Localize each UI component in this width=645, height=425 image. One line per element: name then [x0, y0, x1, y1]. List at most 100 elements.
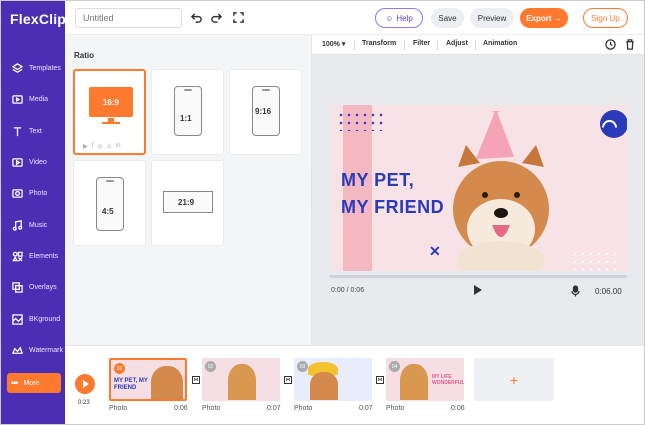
sidebar-item-overlays[interactable]: Overlays [1, 272, 65, 303]
video-canvas[interactable]: MY PET, MY FRIEND ✕ [331, 105, 627, 271]
clip-thumbnail-dog [228, 364, 256, 400]
tool-animation[interactable]: Animation [483, 40, 517, 47]
transition-icon[interactable]: ⋈ [192, 376, 200, 384]
background-icon [11, 313, 23, 325]
tool-filter[interactable]: Filter [413, 40, 430, 47]
monitor-base [102, 122, 120, 124]
zoom-select[interactable]: 100% ▾ [322, 40, 345, 48]
sidebar-item-elements[interactable]: Elements [1, 241, 65, 272]
clip-number: 04 [389, 361, 400, 372]
sidebar-item-label: Text [29, 127, 42, 135]
editor-area: 100% ▾ Transform Filter Adjust Animation [312, 35, 644, 345]
ratio-label: 9:16 [255, 107, 272, 116]
toolbar-divider [475, 40, 476, 50]
watermark-icon [11, 344, 23, 356]
media-icon [11, 94, 23, 106]
help-icon: ☺ [385, 13, 394, 23]
sidebar-item-more[interactable]: ••• More [7, 373, 61, 393]
dots-decoration [337, 111, 387, 131]
logo-text: FlexClip [10, 11, 67, 27]
ratio-option-21-9[interactable]: 21:9 [151, 160, 224, 246]
toolbar-divider [404, 40, 405, 50]
youtube-icon: ▶ [83, 144, 88, 150]
music-icon [11, 219, 23, 231]
total-duration: 0:06.00 [595, 287, 622, 296]
tool-transform[interactable]: Transform [362, 40, 396, 47]
add-clip-button[interactable]: + [474, 358, 554, 401]
transition-icon[interactable]: ⋈ [284, 376, 292, 384]
save-button[interactable]: Save [431, 8, 464, 28]
trash-icon[interactable] [625, 39, 635, 52]
panel-title: Ratio [74, 51, 94, 60]
plus-icon: + [509, 371, 519, 388]
dots-icon: ••• [11, 378, 19, 388]
playback-progress-bar[interactable] [329, 275, 627, 278]
instagram-icon: ◎ [97, 144, 103, 150]
flexclip-editor: FlexClip Templates Media Text Video Phot… [0, 0, 645, 425]
x-decoration: ✕ [429, 243, 441, 259]
ratio-option-9-16[interactable]: 9:16 [229, 69, 302, 155]
clip-duration: 0:06 [174, 405, 188, 412]
clock-icon[interactable] [605, 39, 616, 52]
clip-duration: 0:07 [267, 405, 281, 412]
fullscreen-icon[interactable] [232, 11, 244, 23]
sidebar-item-watermark[interactable]: Watermark [1, 335, 65, 366]
social-icons: ▶ f ◎ ♙ in [83, 143, 121, 150]
ratio-option-16-9[interactable]: 16:9 ▶ f ◎ ♙ in [73, 69, 146, 155]
current-time: 0:00 / 0:06 [331, 287, 365, 294]
clip-number: 01 [114, 363, 125, 374]
flexclip-logo[interactable]: FlexClip [1, 1, 67, 37]
sidebar-item-label: Media [29, 96, 49, 104]
export-button[interactable]: Export → [520, 8, 568, 28]
timeline-clip-3[interactable]: 03 [294, 358, 372, 401]
overlays-icon [11, 282, 23, 294]
timeline-clip-1[interactable]: 01 MY PET, MY FRIEND [109, 358, 187, 401]
transition-icon[interactable]: ⋈ [376, 376, 384, 384]
dots-decoration [571, 250, 621, 270]
facebook-icon: f [91, 143, 94, 149]
sidebar-item-label: Photo [29, 190, 48, 198]
sidebar-item-label: Templates [29, 65, 61, 73]
sidebar-item-templates[interactable]: Templates [1, 53, 65, 84]
ratio-label: 4:5 [102, 207, 114, 216]
dog-photo[interactable] [446, 111, 556, 271]
play-icon[interactable] [474, 285, 482, 295]
undo-icon[interactable] [190, 11, 202, 23]
timeline-total-time: 0:23 [78, 400, 90, 406]
project-title-input[interactable] [75, 8, 182, 28]
clip-type-label: Photo [109, 405, 128, 412]
preview-button[interactable]: Preview [470, 8, 514, 28]
sidebar-item-text[interactable]: Text [1, 116, 65, 147]
sidebar-item-photo[interactable]: Photo [1, 178, 65, 209]
sidebar-item-video[interactable]: Video [1, 147, 65, 178]
clip-number: 03 [297, 361, 308, 372]
zoom-value: 100% [322, 41, 340, 48]
elements-icon [11, 250, 23, 262]
canvas-title-text[interactable]: MY PET, MY FRIEND [341, 167, 444, 221]
sidebar-item-bkground[interactable]: BKground [1, 303, 65, 334]
canvas-title-line-2: MY FRIEND [341, 197, 445, 217]
clip-duration: 0:07 [359, 405, 373, 412]
timeline: 0:23 01 MY PET, MY FRIEND Photo 0:06 ⋈ 0… [65, 345, 644, 424]
chevron-down-icon: ▾ [339, 41, 346, 48]
canvas-title-line-1: MY PET, [341, 170, 415, 190]
microphone-icon[interactable] [571, 284, 580, 302]
sidebar-item-music[interactable]: Music [1, 209, 65, 240]
sidebar-item-media[interactable]: Media [1, 84, 65, 115]
help-button[interactable]: ☺ Help [375, 8, 423, 28]
redo-icon[interactable] [210, 11, 222, 23]
clip-thumbnail-dog [400, 364, 428, 400]
clip-duration: 0:06 [451, 405, 465, 412]
sidebar-item-label: Overlays [29, 284, 57, 292]
signup-button[interactable]: Sign Up [583, 8, 628, 28]
linkedin-icon: in [115, 143, 121, 149]
layers-icon [11, 63, 23, 75]
timeline-clip-2[interactable]: 02 [202, 358, 280, 401]
timeline-play-button[interactable] [75, 374, 95, 394]
top-bar: ☺Help Save Preview Export → Sign Up [65, 1, 644, 35]
tool-adjust[interactable]: Adjust [446, 40, 468, 47]
photo-icon [11, 188, 23, 200]
timeline-clip-4[interactable]: 04 MY LIFE WONDERFUL [386, 358, 464, 401]
ratio-option-1-1[interactable]: 1:1 [151, 69, 224, 155]
ratio-option-4-5[interactable]: 4:5 [73, 160, 146, 246]
